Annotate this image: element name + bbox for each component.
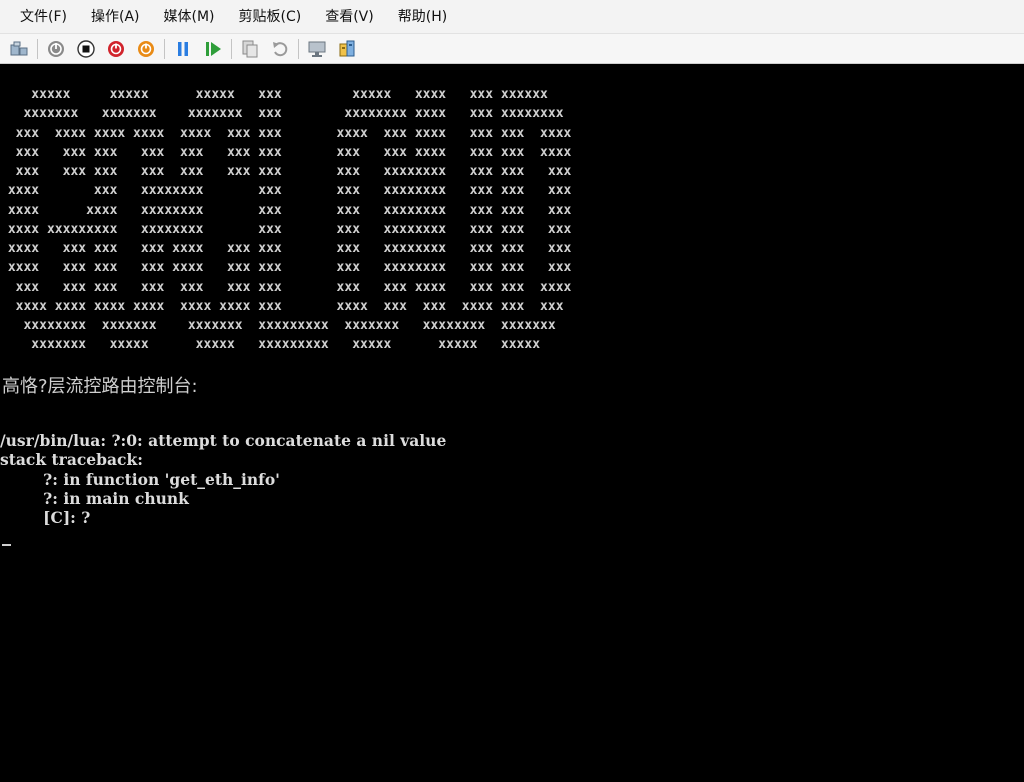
toolbar-separator <box>231 38 232 59</box>
pause-icon[interactable] <box>172 38 194 60</box>
revert-icon[interactable] <box>269 38 291 60</box>
save-state-icon[interactable] <box>135 38 157 60</box>
console-title-text: 高恪?层流控路由控制台: <box>2 376 198 397</box>
toolbar <box>0 34 1024 64</box>
menu-help[interactable]: 帮助(H) <box>392 0 453 34</box>
toolbar-separator <box>298 38 299 59</box>
menu-action[interactable]: 操作(A) <box>85 0 146 34</box>
checkpoint-icon[interactable] <box>239 38 261 60</box>
enhanced-session-icon[interactable] <box>306 38 328 60</box>
menu-clipboard[interactable]: 剪贴板(C) <box>233 0 308 34</box>
ascii-art-banner: xxxxx xxxxx xxxxx xxx xxxxx xxxx xxx xxx… <box>7 87 572 353</box>
ctrl-alt-del-icon[interactable] <box>8 38 30 60</box>
share-icon[interactable] <box>336 38 358 60</box>
menu-file[interactable]: 文件(F) <box>14 0 73 34</box>
toolbar-separator <box>164 38 165 59</box>
start-icon[interactable] <box>45 38 67 60</box>
menu-view[interactable]: 查看(V) <box>319 0 380 34</box>
text-cursor <box>2 544 11 546</box>
resume-icon[interactable] <box>202 38 224 60</box>
shutdown-icon[interactable] <box>105 38 127 60</box>
vm-console-screen[interactable]: xxxxx xxxxx xxxxx xxx xxxxx xxxx xxx xxx… <box>0 65 1024 782</box>
lua-error-output: /usr/bin/lua: ?:0: attempt to concatenat… <box>0 431 447 527</box>
turn-off-icon[interactable] <box>75 38 97 60</box>
toolbar-separator <box>37 38 38 59</box>
menu-media[interactable]: 媒体(M) <box>158 0 221 34</box>
menu-bar: 文件(F) 操作(A) 媒体(M) 剪贴板(C) 查看(V) 帮助(H) <box>0 0 1024 34</box>
